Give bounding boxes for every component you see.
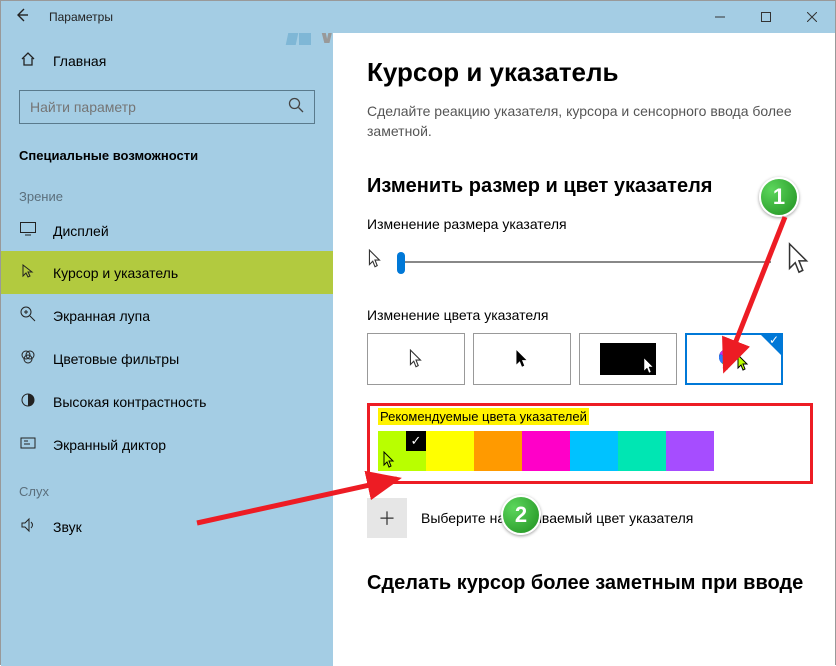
content-pane: Курсор и указатель Сделайте реакцию указ… — [333, 33, 835, 666]
group-vision: Зрение — [1, 171, 333, 210]
sidebar: Главная Специальные возможности Зрение Д… — [1, 33, 333, 666]
sidebar-item-label: Экранный диктор — [53, 437, 166, 453]
swatch-orange[interactable] — [474, 431, 522, 471]
pointer-color-inverted[interactable] — [579, 333, 677, 385]
check-icon: ✓ — [406, 431, 426, 451]
narrator-icon — [19, 435, 37, 454]
magnifier-icon — [19, 306, 37, 325]
sidebar-item-label: Курсор и указатель — [53, 265, 178, 281]
pointer-color-choices — [367, 333, 813, 385]
sidebar-item-label: Высокая контрастность — [53, 394, 206, 410]
sidebar-item-label: Дисплей — [53, 223, 109, 239]
sidebar-item-display[interactable]: Дисплей — [1, 210, 333, 251]
close-button[interactable] — [789, 1, 835, 33]
sidebar-item-label: Звук — [53, 519, 82, 535]
color-label: Изменение цвета указателя — [367, 307, 813, 323]
plus-icon: ＋ — [378, 505, 396, 531]
annotation-badge-1: 1 — [759, 177, 799, 217]
swatch-purple[interactable] — [666, 431, 714, 471]
sidebar-item-contrast[interactable]: Высокая контрастность — [1, 380, 333, 423]
sidebar-item-magnifier[interactable]: Экранная лупа — [1, 294, 333, 337]
size-label: Изменение размера указателя — [367, 216, 813, 232]
large-cursor-icon — [785, 242, 813, 281]
sidebar-item-cursor[interactable]: Курсор и указатель — [1, 251, 333, 294]
search-icon — [288, 97, 304, 118]
slider-thumb[interactable] — [397, 252, 405, 274]
back-icon[interactable] — [15, 8, 29, 27]
add-custom-color-button[interactable]: ＋ — [367, 498, 407, 538]
search-box[interactable] — [19, 90, 315, 124]
sidebar-item-label: Цветовые фильтры — [53, 351, 179, 367]
pointer-size-row — [367, 242, 813, 281]
sidebar-item-sound[interactable]: Звук — [1, 505, 333, 548]
page-title: Курсор и указатель — [367, 57, 813, 88]
pointer-color-custom[interactable] — [685, 333, 783, 385]
pointer-color-black[interactable] — [473, 333, 571, 385]
section-cursor-visibility: Сделать курсор более заметным при вводе — [367, 572, 813, 595]
display-icon — [19, 222, 37, 239]
recommended-swatches: ✓ — [378, 431, 802, 471]
recommended-label: Рекомендуемые цвета указателей — [378, 408, 589, 425]
maximize-button[interactable] — [743, 1, 789, 33]
minimize-button[interactable] — [697, 1, 743, 33]
filters-icon — [19, 349, 37, 368]
pointer-size-slider[interactable] — [397, 261, 771, 263]
custom-color-label: Выберите настраиваемый цвет указателя — [421, 510, 693, 526]
home-label: Главная — [53, 53, 106, 69]
sound-icon — [19, 517, 37, 536]
home-link[interactable]: Главная — [1, 43, 333, 78]
window-title: Параметры — [49, 10, 113, 24]
sidebar-item-label: Экранная лупа — [53, 308, 150, 324]
sidebar-section: Специальные возможности — [1, 136, 333, 171]
swatch-magenta[interactable] — [522, 431, 570, 471]
section-pointer-size-color: Изменить размер и цвет указателя — [367, 175, 813, 198]
custom-color-row: ＋ Выберите настраиваемый цвет указателя — [367, 498, 813, 538]
swatch-yellow[interactable] — [426, 431, 474, 471]
pointer-color-white[interactable] — [367, 333, 465, 385]
swatch-cyan[interactable] — [570, 431, 618, 471]
page-subtitle: Сделайте реакцию указателя, курсора и се… — [367, 102, 807, 141]
swatch-turquoise[interactable] — [618, 431, 666, 471]
search-input[interactable] — [30, 99, 270, 115]
recommended-colors-highlight: Рекомендуемые цвета указателей ✓ — [367, 403, 813, 484]
home-icon — [19, 51, 37, 70]
sidebar-item-filters[interactable]: Цветовые фильтры — [1, 337, 333, 380]
small-cursor-icon — [367, 249, 383, 274]
swatch-lime[interactable]: ✓ — [378, 431, 426, 471]
contrast-icon — [19, 392, 37, 411]
sidebar-item-narrator[interactable]: Экранный диктор — [1, 423, 333, 466]
cursor-icon — [19, 263, 37, 282]
group-hearing: Слух — [1, 466, 333, 505]
annotation-badge-2: 2 — [501, 495, 541, 535]
titlebar: Параметры — [1, 1, 835, 33]
